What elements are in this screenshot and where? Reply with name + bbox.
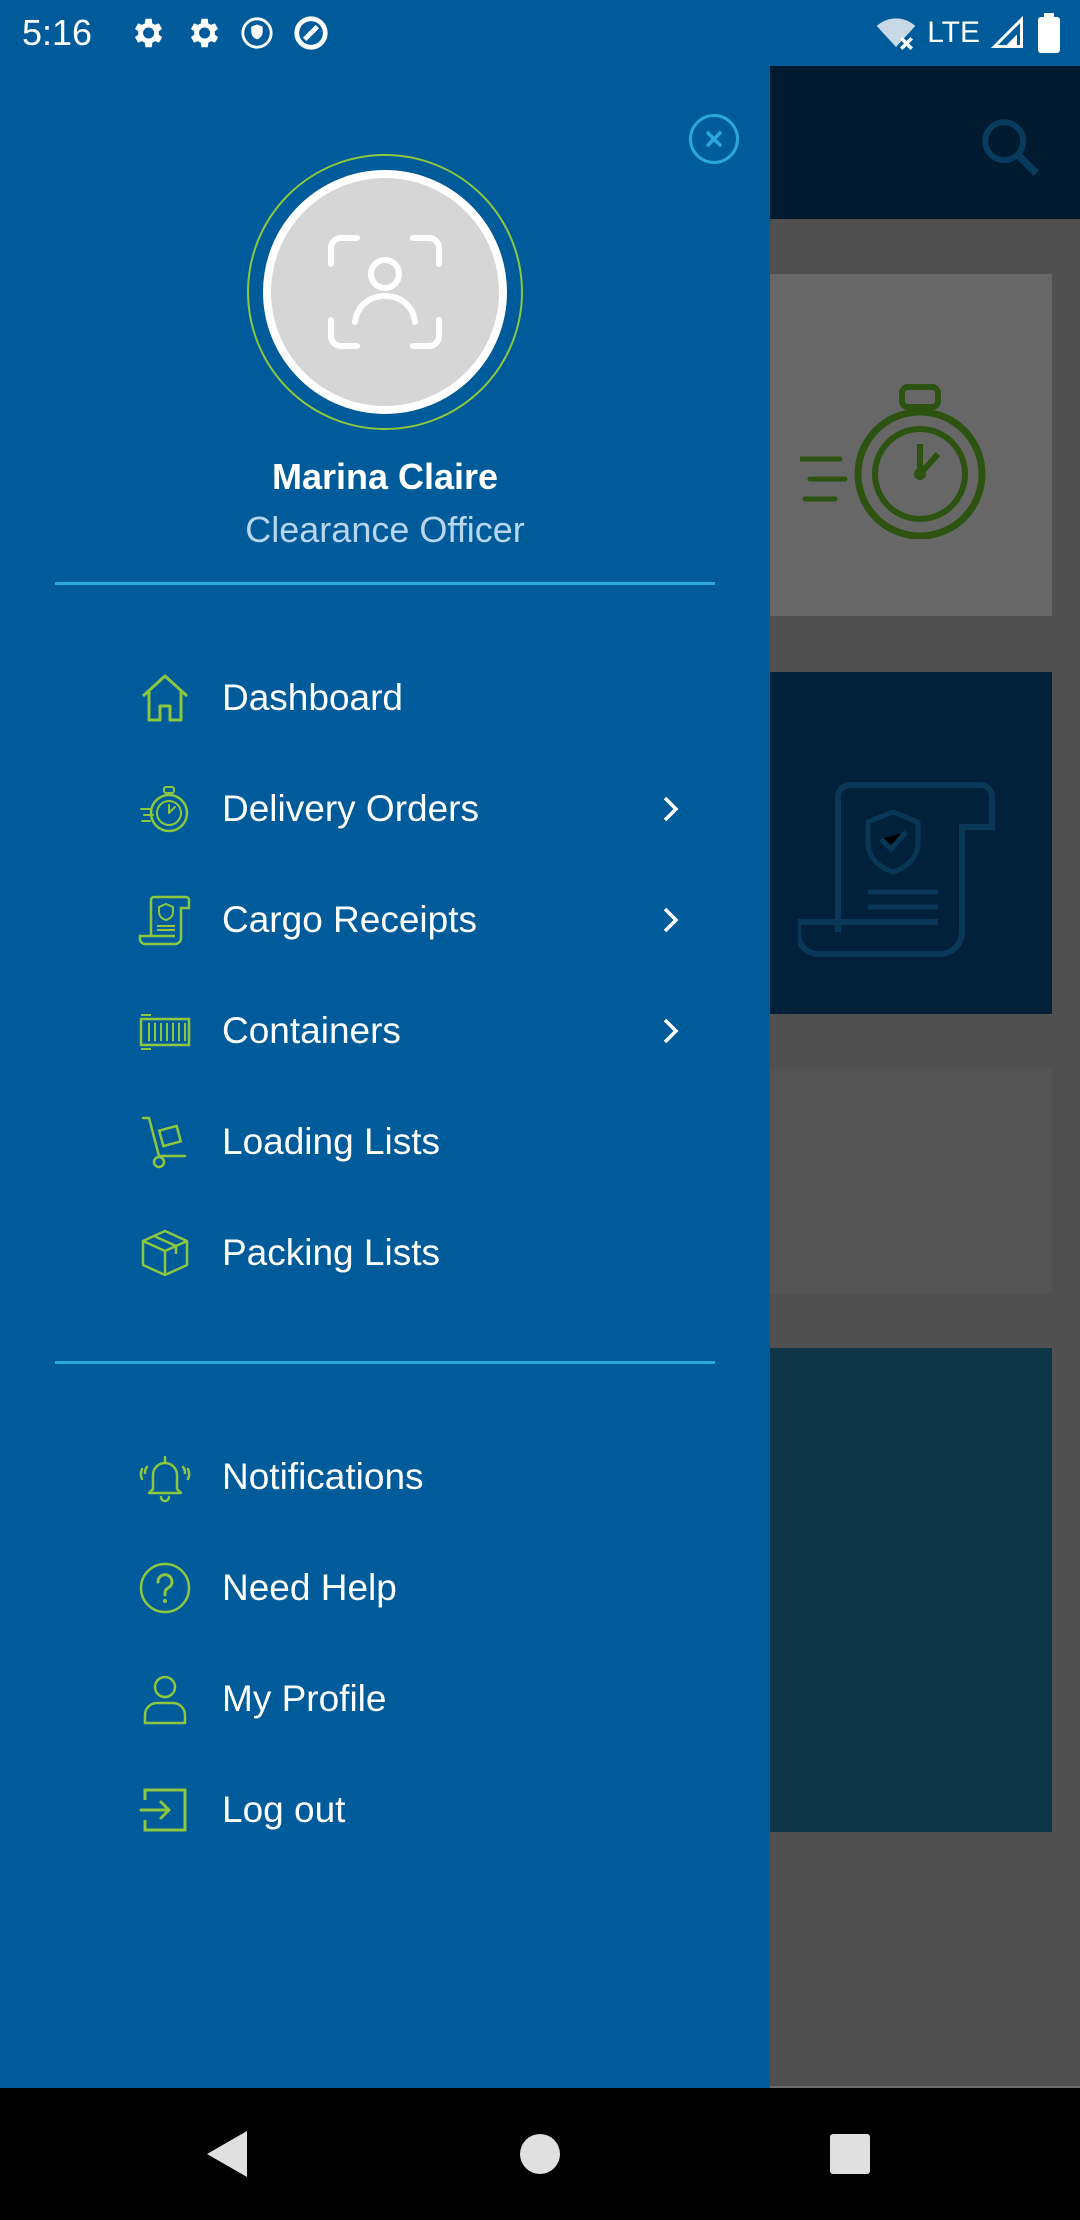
user-placeholder-icon: [328, 235, 442, 349]
wifi-off-icon: [876, 18, 916, 50]
navigation-drawer: Marina Claire Clearance Officer Dashboar…: [0, 66, 770, 2088]
gear-icon: [190, 18, 219, 48]
shield-icon: [241, 17, 273, 49]
back-icon: [207, 2131, 247, 2177]
menu-label: Log out: [222, 1789, 346, 1830]
user-name: Marina Claire: [271, 456, 499, 497]
menu-item-packing-lists[interactable]: Packing Lists: [130, 1208, 690, 1298]
hand-truck-icon: [130, 1107, 200, 1177]
vpn-icon: [294, 16, 328, 50]
signal-icon: [990, 15, 1023, 48]
menu-label: Delivery Orders: [222, 788, 479, 829]
user-role: Clearance Officer: [245, 509, 525, 550]
chevron-right-icon: [650, 900, 690, 940]
status-time: 5:16: [22, 12, 93, 53]
close-drawer-button[interactable]: [689, 114, 739, 164]
status-bar: 5:16 LTE: [0, 0, 1080, 66]
menu-item-containers[interactable]: Containers: [130, 986, 690, 1076]
menu-item-notifications[interactable]: Notifications: [130, 1432, 690, 1522]
avatar[interactable]: [263, 170, 507, 414]
menu-label: My Profile: [222, 1678, 387, 1719]
network-type: LTE: [927, 16, 980, 49]
menu-item-need-help[interactable]: Need Help: [130, 1543, 690, 1633]
gear-icon: [134, 18, 163, 48]
menu-label: Need Help: [222, 1567, 397, 1608]
logout-icon: [130, 1775, 200, 1845]
container-icon: [130, 996, 200, 1066]
menu-item-dashboard[interactable]: Dashboard: [130, 653, 690, 743]
menu-label: Loading Lists: [222, 1121, 441, 1162]
menu-label: Cargo Receipts: [222, 899, 478, 940]
menu-label: Packing Lists: [222, 1232, 440, 1273]
menu-label: Notifications: [222, 1456, 424, 1497]
receipt-icon: [130, 885, 200, 955]
menu-label: Containers: [222, 1010, 401, 1051]
battery-icon: [1038, 13, 1060, 53]
home-circle-icon: [520, 2134, 560, 2174]
menu-item-log-out[interactable]: Log out: [130, 1765, 690, 1855]
system-nav-bar: [0, 2088, 1080, 2220]
divider: [55, 582, 715, 585]
menu-item-loading-lists[interactable]: Loading Lists: [130, 1097, 690, 1187]
home-button[interactable]: [510, 2124, 570, 2184]
help-icon: [130, 1553, 200, 1623]
recents-button[interactable]: [820, 2124, 880, 2184]
box-icon: [130, 1218, 200, 1288]
bell-icon: [130, 1442, 200, 1512]
menu-label: Dashboard: [222, 677, 404, 718]
menu-item-delivery-orders[interactable]: Delivery Orders: [130, 764, 690, 854]
chevron-right-icon: [650, 1011, 690, 1051]
chevron-right-icon: [650, 789, 690, 829]
stopwatch-icon: [130, 774, 200, 844]
recents-icon: [830, 2134, 870, 2174]
user-icon: [130, 1664, 200, 1734]
divider: [55, 1361, 715, 1364]
menu-item-cargo-receipts[interactable]: Cargo Receipts: [130, 875, 690, 965]
close-icon: [706, 131, 722, 147]
menu-item-my-profile[interactable]: My Profile: [130, 1654, 690, 1744]
back-button[interactable]: [196, 2124, 256, 2184]
home-icon: [130, 663, 200, 733]
